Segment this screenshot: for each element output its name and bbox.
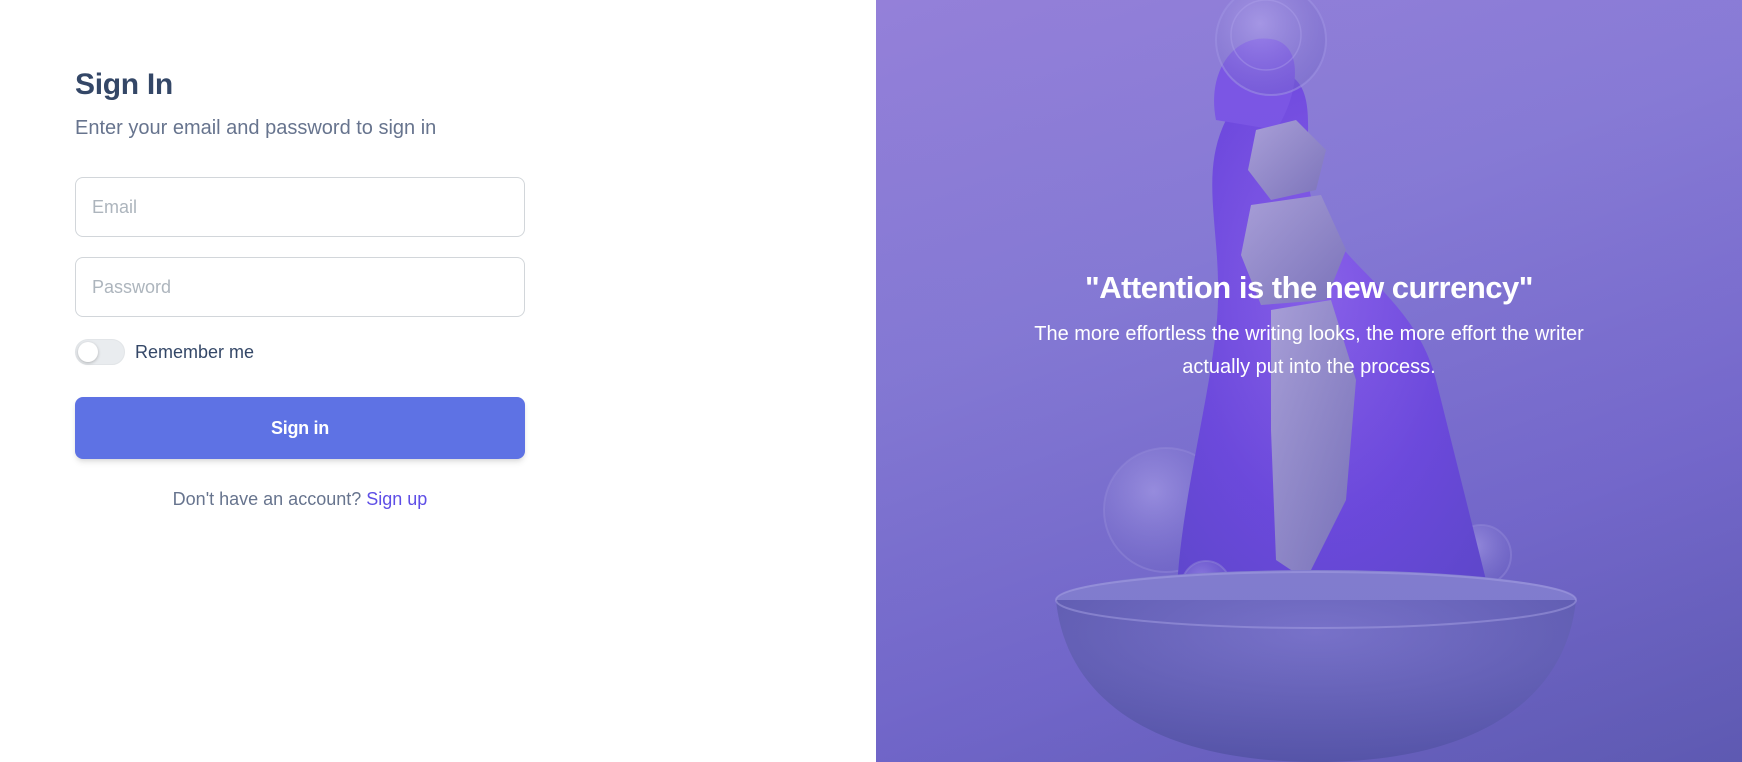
page-title: Sign In xyxy=(75,68,173,101)
email-field[interactable] xyxy=(75,177,525,237)
signup-prompt: Don't have an account? Sign up xyxy=(75,489,525,510)
sign-up-link[interactable]: Sign up xyxy=(366,489,427,509)
hero-panel: "Attention is the new currency" The more… xyxy=(876,0,1742,762)
remember-me-label[interactable]: Remember me xyxy=(135,342,254,363)
page-subtitle: Enter your email and password to sign in xyxy=(75,117,437,139)
password-field[interactable] xyxy=(75,257,525,317)
quote-text: The more effortless the writing looks, t… xyxy=(1034,323,1584,378)
signin-panel: Sign In Enter your email and password to… xyxy=(0,0,876,762)
quote-title: "Attention is the new currency" xyxy=(1085,270,1533,305)
signup-prompt-text: Don't have an account? xyxy=(172,489,362,509)
toggle-knob xyxy=(78,342,98,362)
sign-in-button[interactable]: Sign in xyxy=(75,397,525,459)
quote-block: "Attention is the new currency" The more… xyxy=(876,268,1742,384)
remember-me-toggle[interactable] xyxy=(75,339,125,365)
signin-form: Sign In Enter your email and password to… xyxy=(75,66,525,510)
remember-me-row: Remember me xyxy=(75,339,525,365)
